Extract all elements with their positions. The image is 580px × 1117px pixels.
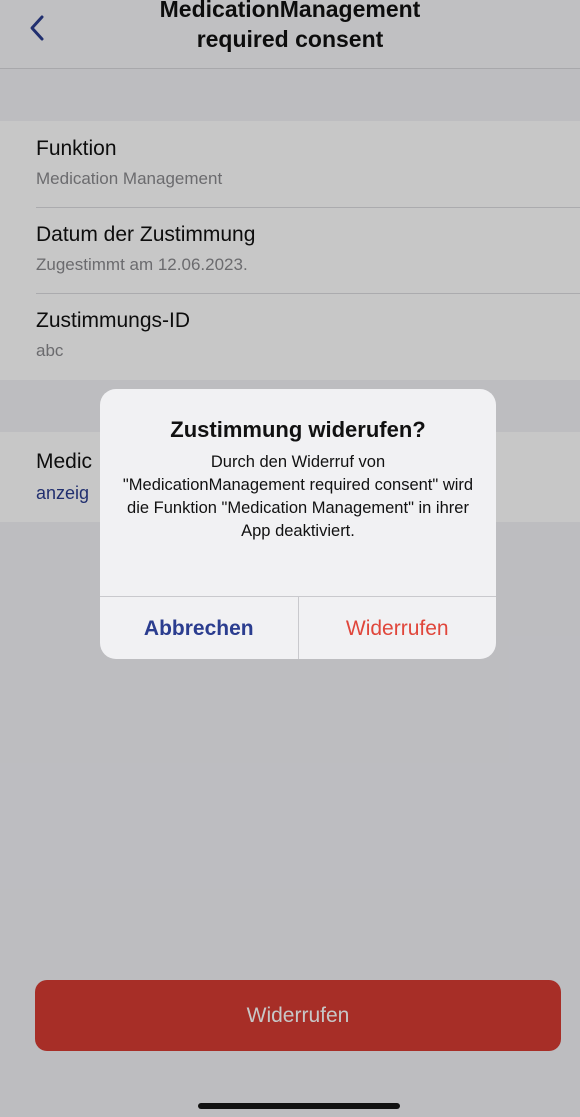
alert-actions: Abbrechen Widerrufen: [100, 596, 496, 659]
home-indicator[interactable]: [198, 1103, 400, 1109]
confirm-revoke-button[interactable]: Widerrufen: [299, 597, 497, 659]
revoke-alert-dialog: Zustimmung widerufen? Durch den Widerruf…: [100, 389, 496, 659]
alert-message: Durch den Widerruf von "MedicationManage…: [122, 453, 474, 540]
alert-title: Zustimmung widerufen?: [170, 417, 426, 442]
cancel-button[interactable]: Abbrechen: [100, 597, 299, 659]
